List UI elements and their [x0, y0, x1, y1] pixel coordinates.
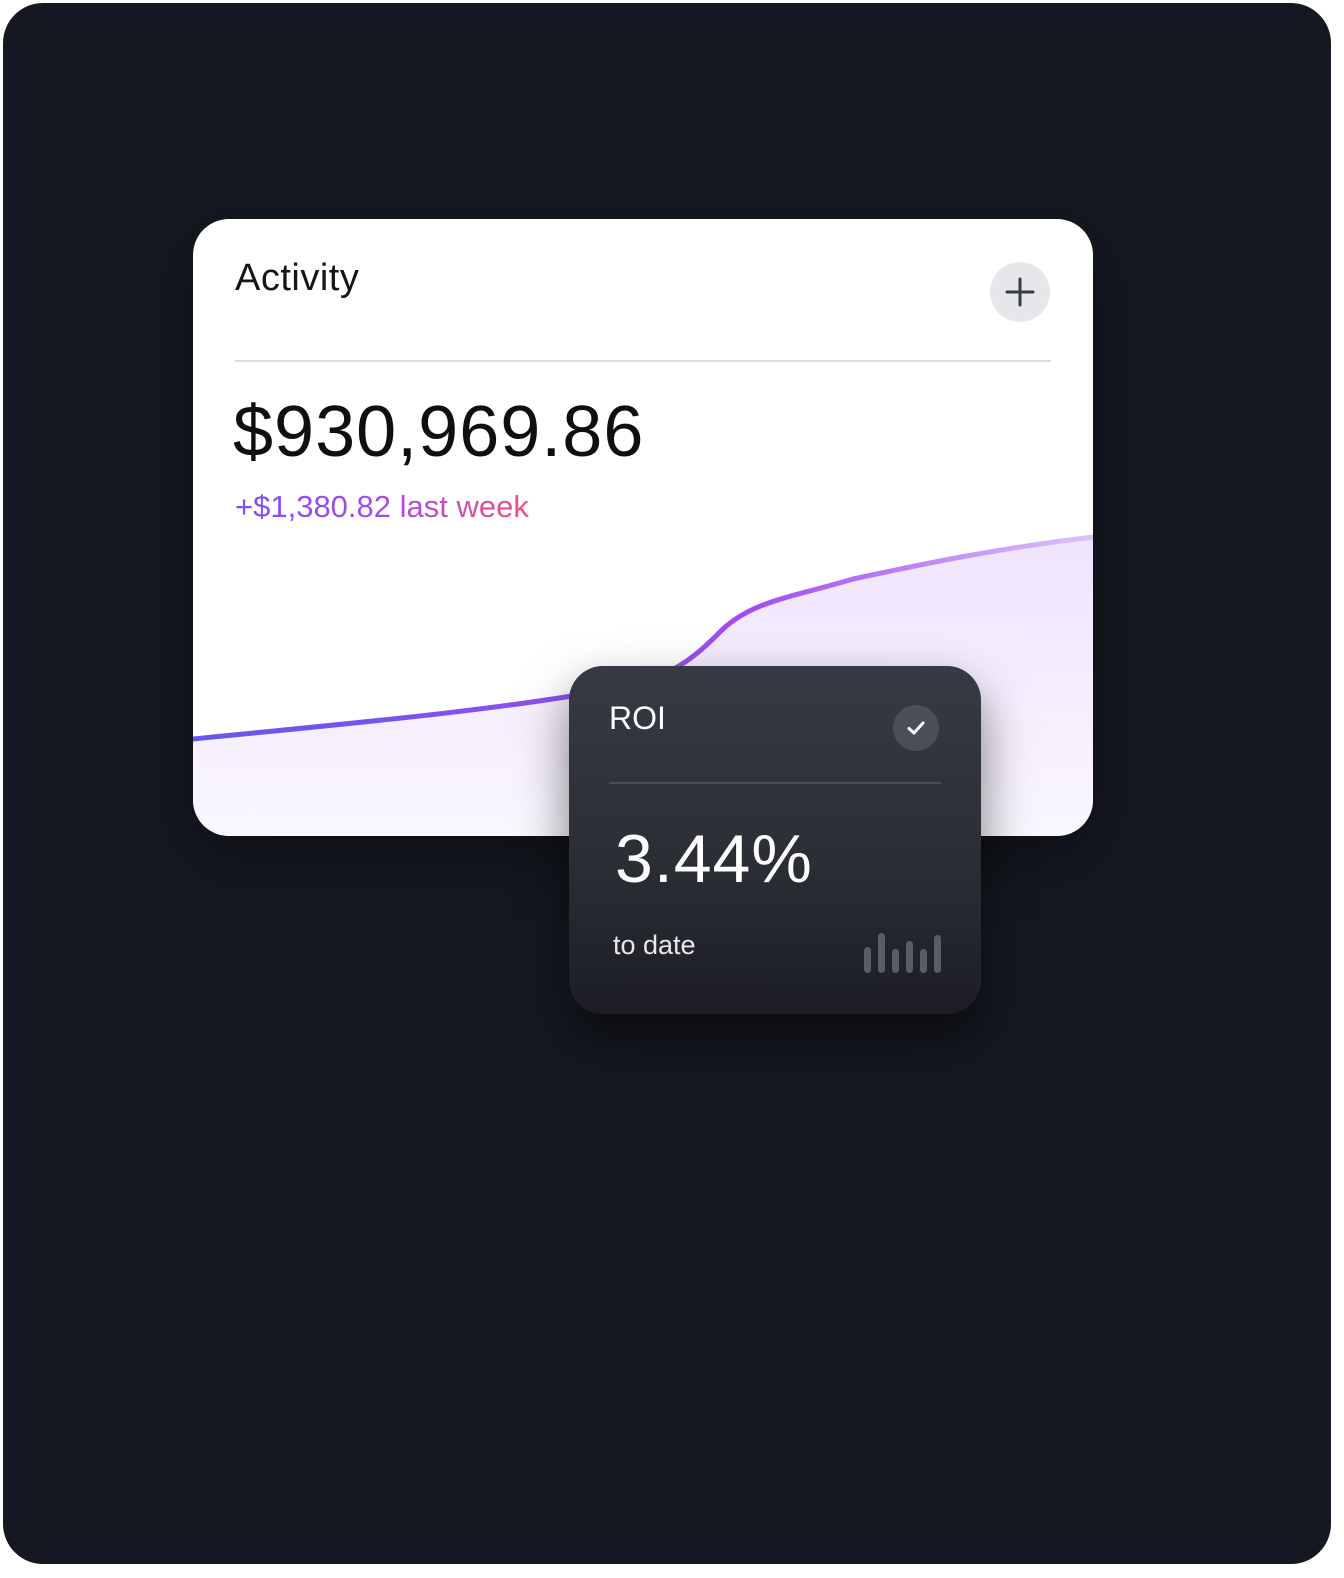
- activity-title: Activity: [235, 257, 360, 299]
- roi-subtitle: to date: [613, 930, 696, 960]
- roi-title: ROI: [609, 700, 666, 736]
- bar-chart-icon: [864, 933, 941, 973]
- add-button[interactable]: [990, 262, 1050, 322]
- status-badge[interactable]: [893, 705, 939, 751]
- app-frame: Activity $930,969.86 +$1,380.82 last wee…: [3, 3, 1331, 1564]
- roi-value: 3.44%: [615, 821, 813, 897]
- check-icon: [907, 721, 925, 735]
- weekly-change: +$1,380.82 last week: [235, 489, 529, 524]
- plus-icon: [1005, 277, 1035, 307]
- roi-divider: [609, 782, 941, 784]
- activity-divider: [235, 360, 1051, 362]
- roi-card: ROI 3.44% to date: [569, 666, 981, 1014]
- balance-amount: $930,969.86: [233, 392, 645, 472]
